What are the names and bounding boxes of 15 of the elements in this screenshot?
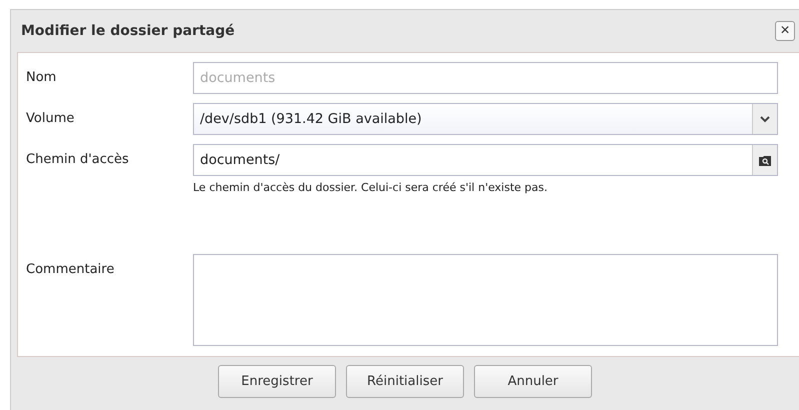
dialog-button[interactable]: Réinitialiser [346,365,464,398]
dialog-title: Modifier le dossier partagé [21,23,235,39]
folder-search-icon[interactable] [759,154,771,166]
help-text: Le chemin d'accès du dossier. Celui-ci sera créé s'il n'existe pas. [193,181,548,194]
close-button[interactable]: × [775,21,795,41]
volume-dropdown[interactable]: /dev/sdb1 (931.42 GiB available) [193,103,778,135]
field-label: Commentaire [25,261,116,277]
dialog-button[interactable]: Enregistrer [218,365,336,398]
comment-field[interactable] [193,254,778,346]
input-field[interactable]: documents/ [193,144,778,176]
field-label: Nom [25,69,58,85]
dialog-button[interactable]: Annuler [474,365,592,398]
field-label: Volume [25,110,76,126]
field-label: Chemin d'accès [25,151,130,167]
chevron-down-icon[interactable] [760,116,770,122]
